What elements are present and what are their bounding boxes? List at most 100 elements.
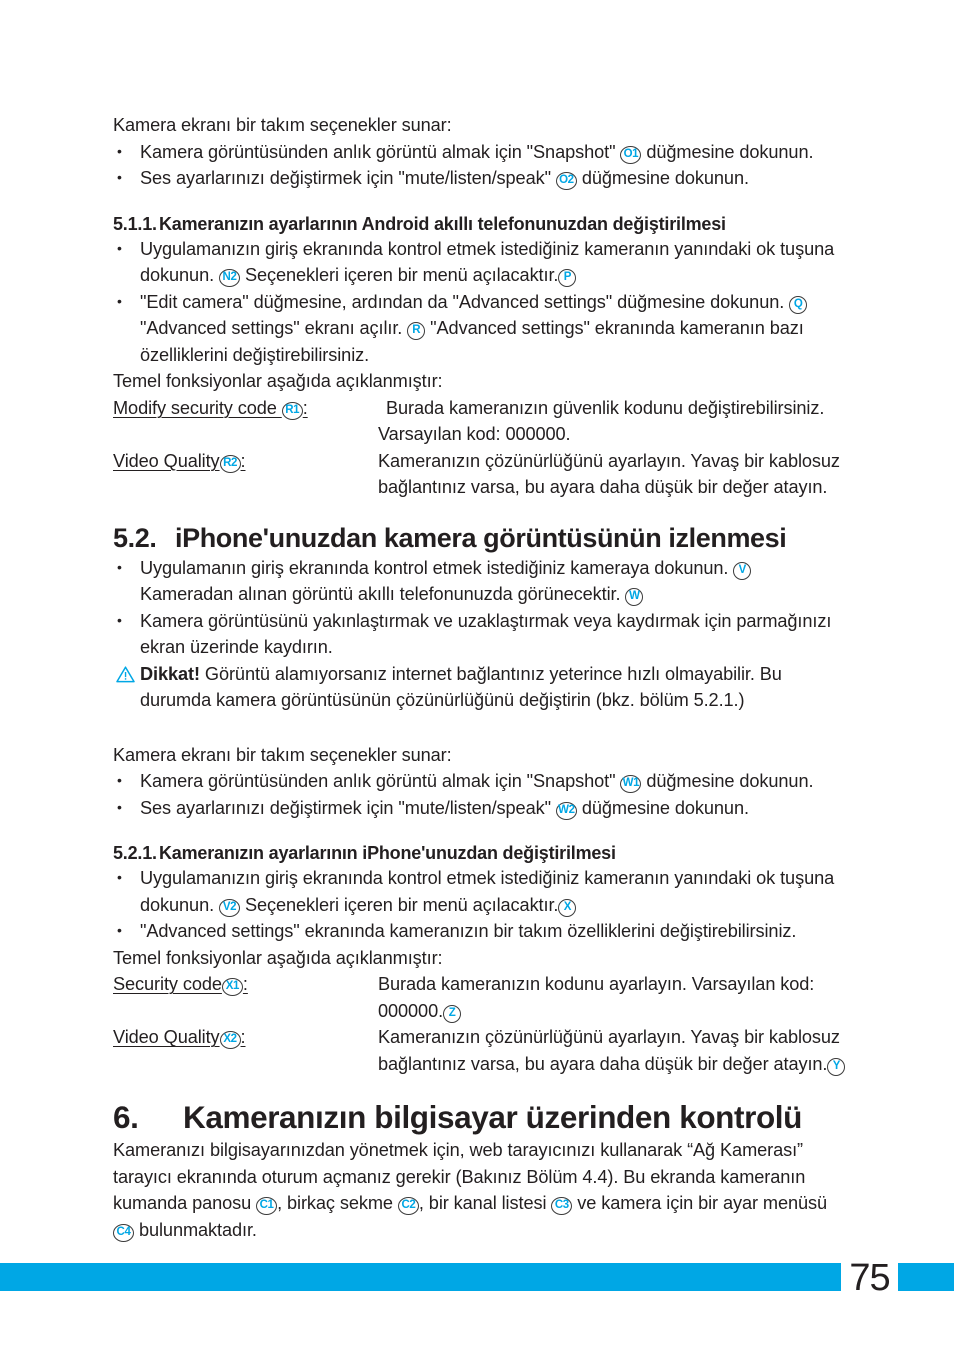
heading-number: 5.2. — [113, 522, 157, 553]
reference-marker-c1: C1 — [256, 1197, 278, 1215]
step-text-1: "Advanced settings" ekranında kameranızı… — [140, 921, 797, 941]
warning-note: Dikkat! Görüntü alamıyorsanız internet b… — [113, 661, 848, 714]
heading-5-2-1: 5.2.1. Kameranızın ayarlarının iPhone'unu… — [113, 841, 848, 865]
camera-screen-options-list-1: Kamera görüntüsünden anlık görüntü almak… — [113, 138, 848, 192]
definition-term-label: Security code — [113, 974, 222, 994]
step-text-1: "Edit camera" düğmesine, ardından da "Ad… — [140, 291, 790, 312]
reference-marker-c4: C4 — [113, 1223, 134, 1242]
step-text-2: Seçenekleri içeren bir menü açılacaktır. — [240, 265, 559, 285]
reference-marker-r2: R2 — [219, 454, 241, 473]
definition-description: Burada kameranızın kodunu ayarlayın. Var… — [378, 971, 848, 1024]
reference-marker-v: V — [733, 561, 752, 580]
definition-description: Burada kameranızın güvenlik kodunu değiş… — [378, 397, 825, 445]
section-5-2-steps: Uygulamanın giriş ekranında kontrol etme… — [113, 554, 848, 661]
reference-marker-v2: V2 — [219, 898, 240, 917]
definition-term-colon: : — [240, 1027, 246, 1047]
definition-term-colon: : — [302, 397, 308, 418]
list-item: Kamera görüntüsünü yakınlaştırmak ve uza… — [113, 607, 848, 661]
reference-marker-x2: X2 — [219, 1031, 241, 1049]
reference-marker-r1: R1 — [281, 401, 303, 420]
paragraph-text-2: , birkaç sekme — [277, 1193, 398, 1213]
functions-intro-1: Temel fonksiyonlar aşağıda açıklanmıştır… — [113, 371, 443, 391]
functions-intro-2: Temel fonksiyonlar aşağıda açıklanmıştır… — [113, 947, 443, 968]
definition-term: Video Quality R2: — [113, 448, 246, 475]
step-text-1: Kamera görüntüsünü yakınlaştırmak ve uza… — [140, 610, 832, 658]
section-5-1-1-steps: Uygulamanızın giriş ekranında kontrol et… — [113, 235, 848, 369]
footer-accent-bar-tail — [898, 1263, 954, 1291]
reference-marker-r: R — [407, 322, 426, 340]
list-item: Uygulamanızın giriş ekranında kontrol et… — [113, 864, 848, 918]
list-item: "Advanced settings" ekranında kameranızı… — [113, 917, 848, 945]
step-text-1: Uygulamanın giriş ekranında kontrol etme… — [140, 557, 734, 578]
list-item: "Edit camera" düğmesine, ardından da "Ad… — [113, 288, 848, 369]
heading-text: iPhone'unuzdan kamera görüntüsünün izlen… — [175, 522, 787, 553]
definition-description-text: Kameranızın çözünürlüğünü ayarlayın. Yav… — [378, 1027, 840, 1074]
heading-number: 6. — [113, 1099, 139, 1135]
page-content: Kamera ekranı bir takım seçenekler sunar… — [113, 112, 848, 1243]
heading-number: 5.1.1. — [113, 213, 157, 234]
definition-term-label: Modify security code — [113, 397, 282, 418]
heading-text: Kameranızın bilgisayar üzerinden kontrol… — [183, 1099, 802, 1135]
camera-screen-options-list-2: Kamera görüntüsünden anlık görüntü almak… — [113, 767, 848, 822]
reference-marker-z: Z — [443, 1004, 462, 1023]
camera-screen-options-intro-1: Kamera ekranı bir takım seçenekler sunar… — [113, 115, 452, 135]
step-text-2: Seçenekleri içeren bir menü açılacaktır. — [240, 894, 559, 915]
reference-marker-o1: O1 — [620, 145, 642, 164]
bullet-text-before: Kamera görüntüsünden anlık görüntü almak… — [140, 771, 621, 791]
reference-marker-c3: C3 — [551, 1197, 573, 1215]
definition-row: Video Quality R2: Kameranızın çözünürlüğü… — [113, 448, 848, 501]
page-footer: 75 — [0, 1257, 954, 1299]
definition-term: Modify security code R1: — [113, 395, 308, 422]
definition-list-1: Modify security code R1: Burada kameranı… — [113, 395, 848, 501]
heading-5-2: 5.2. iPhone'unuzdan kamera görüntüsünün i… — [113, 521, 848, 555]
warning-triangle-icon — [116, 664, 135, 682]
definition-term-label: Video Quality — [113, 450, 220, 471]
definition-description: Kameranızın çözünürlüğünü ayarlayın. Yav… — [378, 450, 840, 498]
definition-term: Video Quality X2: — [113, 1024, 246, 1051]
definition-description: Kameranızın çözünürlüğünü ayarlayın. Yav… — [378, 1024, 848, 1077]
step-text-2: Kameradan alınan görüntü akıllı telefonu… — [140, 584, 626, 604]
heading-6: 6. Kameranızın bilgisayar üzerinden kontr… — [113, 1097, 848, 1137]
list-item: Kamera görüntüsünden anlık görüntü almak… — [113, 767, 848, 795]
section-5-2-1-steps: Uygulamanızın giriş ekranında kontrol et… — [113, 864, 848, 945]
list-item: Uygulamanın giriş ekranında kontrol etme… — [113, 554, 848, 608]
heading-number: 5.2.1. — [113, 843, 157, 863]
step-text-2: "Advanced settings" ekranı açılır. — [140, 318, 408, 338]
reference-marker-p: P — [558, 269, 577, 287]
definition-term: Security code X1: — [113, 971, 248, 998]
heading-text: Kameranızın ayarlarının iPhone'unuzdan d… — [159, 843, 616, 863]
reference-marker-y: Y — [827, 1057, 846, 1076]
reference-marker-n2: N2 — [219, 269, 240, 287]
footer-accent-bar — [0, 1263, 841, 1291]
bullet-text-after: düğmesine dokunun. — [576, 168, 749, 188]
list-item: Uygulamanızın giriş ekranında kontrol et… — [113, 235, 848, 289]
paragraph-text-4: ve kamera için bir ayar menüsü — [572, 1193, 828, 1213]
heading-5-1-1: 5.1.1. Kameranızın ayarlarının Android ak… — [113, 212, 848, 236]
bullet-text-before: Kamera görüntüsünden anlık görüntü almak… — [140, 141, 621, 162]
definition-term-colon: : — [242, 974, 248, 994]
definition-term-label: Video Quality — [113, 1027, 220, 1047]
list-item: Kamera görüntüsünden anlık görüntü almak… — [113, 138, 848, 166]
paragraph-text-3: , bir kanal listesi — [418, 1193, 552, 1213]
section-6-paragraph: Kameranızı bilgisayarınızdan yönetmek iç… — [113, 1137, 848, 1243]
bullet-text-after: düğmesine dokunun. — [576, 797, 749, 818]
reference-marker-w1: W1 — [620, 775, 642, 793]
reference-marker-q: Q — [789, 295, 808, 314]
list-item: Ses ayarlarınızı değiştirmek için "mute/… — [113, 164, 848, 192]
definition-list-2: Security code X1: Burada kameranızın kodu… — [113, 971, 848, 1077]
camera-screen-options-intro-2: Kamera ekranı bir takım seçenekler sunar… — [113, 744, 452, 765]
bullet-text-before: Ses ayarlarınızı değiştirmek için "mute/… — [140, 168, 556, 188]
bullet-text-before: Ses ayarlarınızı değiştirmek için "mute/… — [140, 797, 556, 818]
reference-marker-w: W — [625, 588, 644, 606]
warning-text: Görüntü alamıyorsanız internet bağlantın… — [140, 663, 782, 711]
definition-row: Video Quality X2: Kameranızın çözünürlüğü… — [113, 1024, 848, 1077]
document-page: Kamera ekranı bir takım seçenekler sunar… — [0, 0, 954, 1345]
bullet-text-after: düğmesine dokunun. — [641, 771, 814, 791]
definition-row: Security code X1: Burada kameranızın kodu… — [113, 971, 848, 1024]
list-item: Ses ayarlarınızı değiştirmek için "mute/… — [113, 794, 848, 822]
reference-marker-o2: O2 — [555, 172, 577, 190]
reference-marker-x1: X1 — [221, 978, 243, 996]
page-number: 75 — [849, 1257, 890, 1299]
reference-marker-w2: W2 — [555, 801, 577, 820]
reference-marker-c2: C2 — [397, 1197, 419, 1215]
